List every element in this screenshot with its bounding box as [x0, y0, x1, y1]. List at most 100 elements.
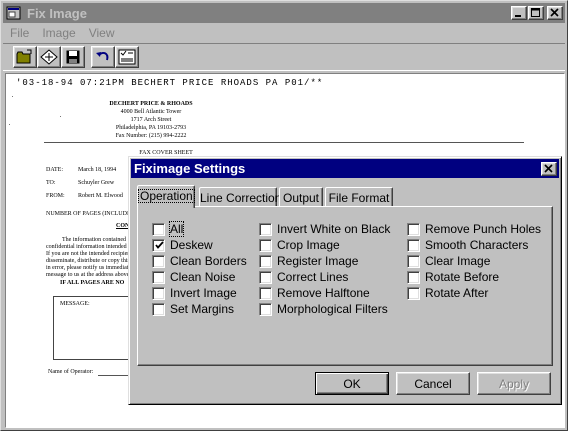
option-smooth-characters-label: Smooth Characters — [425, 238, 529, 252]
option-all[interactable]: All — [152, 221, 185, 237]
save-button[interactable] — [61, 46, 85, 68]
dialog-titlebar[interactable]: Fiximage Settings — [131, 159, 559, 178]
option-invert-image[interactable]: Invert Image — [152, 285, 237, 301]
option-clear-image-checkbox[interactable] — [407, 254, 420, 268]
maximize-button[interactable] — [528, 6, 544, 20]
tab-file-format[interactable]: File Format — [325, 187, 393, 207]
option-set-margins-checkbox[interactable] — [152, 302, 165, 316]
menu-view[interactable]: View — [82, 26, 121, 40]
option-invert-image-checkbox[interactable] — [152, 286, 165, 300]
option-smooth-characters-checkbox[interactable] — [407, 238, 420, 252]
option-invert-white-on-black[interactable]: Invert White on Black — [259, 221, 390, 237]
option-smooth-characters[interactable]: Smooth Characters — [407, 237, 528, 253]
option-rotate-before-label: Rotate Before — [425, 270, 500, 284]
option-invert-white-on-black-checkbox[interactable] — [259, 222, 272, 236]
checkmark-icon — [155, 240, 164, 249]
option-rotate-after-label: Rotate After — [425, 286, 489, 300]
option-deskew-checkbox[interactable] — [152, 238, 165, 252]
option-register-image[interactable]: Register Image — [259, 253, 358, 269]
from-value: Robert M. Elwood — [78, 193, 123, 199]
tab-output[interactable]: Output — [279, 187, 323, 207]
tab-operation[interactable]: Operation — [137, 185, 195, 208]
pages-label: NUMBER OF PAGES (INCLUDI — [46, 211, 129, 217]
apply-button[interactable]: Apply — [477, 372, 551, 395]
option-crop-image-label: Crop Image — [277, 238, 340, 252]
option-clean-noise[interactable]: Clean Noise — [152, 269, 235, 285]
operation-panel: All Deskew Clean Borders Clean Noise Inv… — [137, 206, 553, 366]
option-clear-image-label: Clear Image — [425, 254, 491, 268]
option-rotate-after[interactable]: Rotate After — [407, 285, 488, 301]
option-clear-image[interactable]: Clear Image — [407, 253, 490, 269]
minimize-button[interactable] — [511, 6, 527, 20]
option-remove-halftone-checkbox[interactable] — [259, 286, 272, 300]
firm-address-line: Philadelphia, PA 19103-2793 — [115, 125, 187, 131]
option-morphological-filters[interactable]: Morphological Filters — [259, 301, 388, 317]
body-line: message to us at the address above — [46, 272, 130, 278]
dialog-close-button[interactable] — [541, 161, 557, 176]
option-deskew[interactable]: Deskew — [152, 237, 213, 253]
settings-checklist-icon — [118, 49, 136, 65]
option-remove-punch-holes-checkbox[interactable] — [407, 222, 420, 236]
save-disk-icon — [66, 50, 80, 64]
fax-number: Fax Number: (215) 994-2222 — [115, 133, 187, 139]
undo-button[interactable] — [91, 46, 115, 68]
menubar: File Image View — [3, 24, 121, 42]
firm-address-line: 1717 Arch Street — [130, 117, 172, 123]
settings-button[interactable] — [115, 46, 139, 68]
option-rotate-before-checkbox[interactable] — [407, 270, 420, 284]
option-rotate-after-checkbox[interactable] — [407, 286, 420, 300]
option-remove-punch-holes-label: Remove Punch Holes — [425, 222, 542, 236]
option-clean-borders[interactable]: Clean Borders — [152, 253, 247, 269]
close-icon — [544, 163, 553, 173]
option-correct-lines-label: Correct Lines — [277, 270, 349, 284]
firm-name: DECHERT PRICE & RHOADS — [109, 101, 193, 107]
option-morphological-filters-label: Morphological Filters — [277, 302, 388, 316]
option-set-margins[interactable]: Set Margins — [152, 301, 234, 317]
option-crop-image[interactable]: Crop Image — [259, 237, 340, 253]
app-window-icon — [6, 5, 22, 21]
option-correct-lines-checkbox[interactable] — [259, 270, 272, 284]
ok-button[interactable]: OK — [315, 372, 389, 395]
main-window-title: Fix Image — [27, 5, 87, 21]
to-label: TO: — [46, 180, 56, 186]
menu-image[interactable]: Image — [35, 26, 81, 40]
dialog-title: Fiximage Settings — [134, 161, 246, 176]
option-clean-borders-label: Clean Borders — [170, 254, 247, 268]
option-deskew-label: Deskew — [170, 238, 213, 252]
new-document-icon — [40, 49, 58, 65]
option-remove-punch-holes[interactable]: Remove Punch Holes — [407, 221, 541, 237]
tab-operation-label: Operation — [138, 189, 195, 203]
option-correct-lines[interactable]: Correct Lines — [259, 269, 348, 285]
option-register-image-checkbox[interactable] — [259, 254, 272, 268]
close-button[interactable] — [547, 6, 563, 20]
main-titlebar[interactable]: Fix Image — [3, 3, 565, 23]
option-rotate-before[interactable]: Rotate Before — [407, 269, 499, 285]
from-label: FROM: — [46, 193, 65, 199]
option-crop-image-checkbox[interactable] — [259, 238, 272, 252]
fax-header-line: '03-18-94 07:21PM BECHERT PRICE RHOADS P… — [16, 78, 324, 88]
operator-label: Name of Operator: — [48, 369, 94, 375]
toolbar — [3, 43, 565, 71]
date-value: March 18, 1994 — [78, 167, 117, 173]
option-remove-halftone-label: Remove Halftone — [277, 286, 370, 300]
new-button[interactable] — [37, 46, 61, 68]
option-clean-noise-checkbox[interactable] — [152, 270, 165, 284]
cancel-button[interactable]: Cancel — [396, 372, 470, 395]
tab-line-correction[interactable]: Line Correction — [199, 187, 281, 207]
message-label: MESSAGE: — [60, 301, 90, 307]
open-button[interactable] — [13, 46, 37, 68]
pages-notice: IF ALL PAGES ARE NO — [60, 280, 125, 286]
option-register-image-label: Register Image — [277, 254, 359, 268]
option-set-margins-label: Set Margins — [170, 302, 235, 316]
option-invert-image-label: Invert Image — [170, 286, 237, 300]
fiximage-settings-dialog: Fiximage Settings Operation Line Correct… — [128, 156, 562, 405]
date-label: DATE: — [46, 167, 63, 173]
option-morphological-filters-checkbox[interactable] — [259, 302, 272, 316]
option-clean-borders-checkbox[interactable] — [152, 254, 165, 268]
option-remove-halftone[interactable]: Remove Halftone — [259, 285, 370, 301]
undo-arrow-icon — [96, 51, 109, 61]
menu-file[interactable]: File — [3, 26, 35, 40]
option-clean-noise-label: Clean Noise — [170, 270, 236, 284]
option-all-checkbox[interactable] — [152, 222, 165, 236]
option-all-label: All — [168, 221, 185, 237]
